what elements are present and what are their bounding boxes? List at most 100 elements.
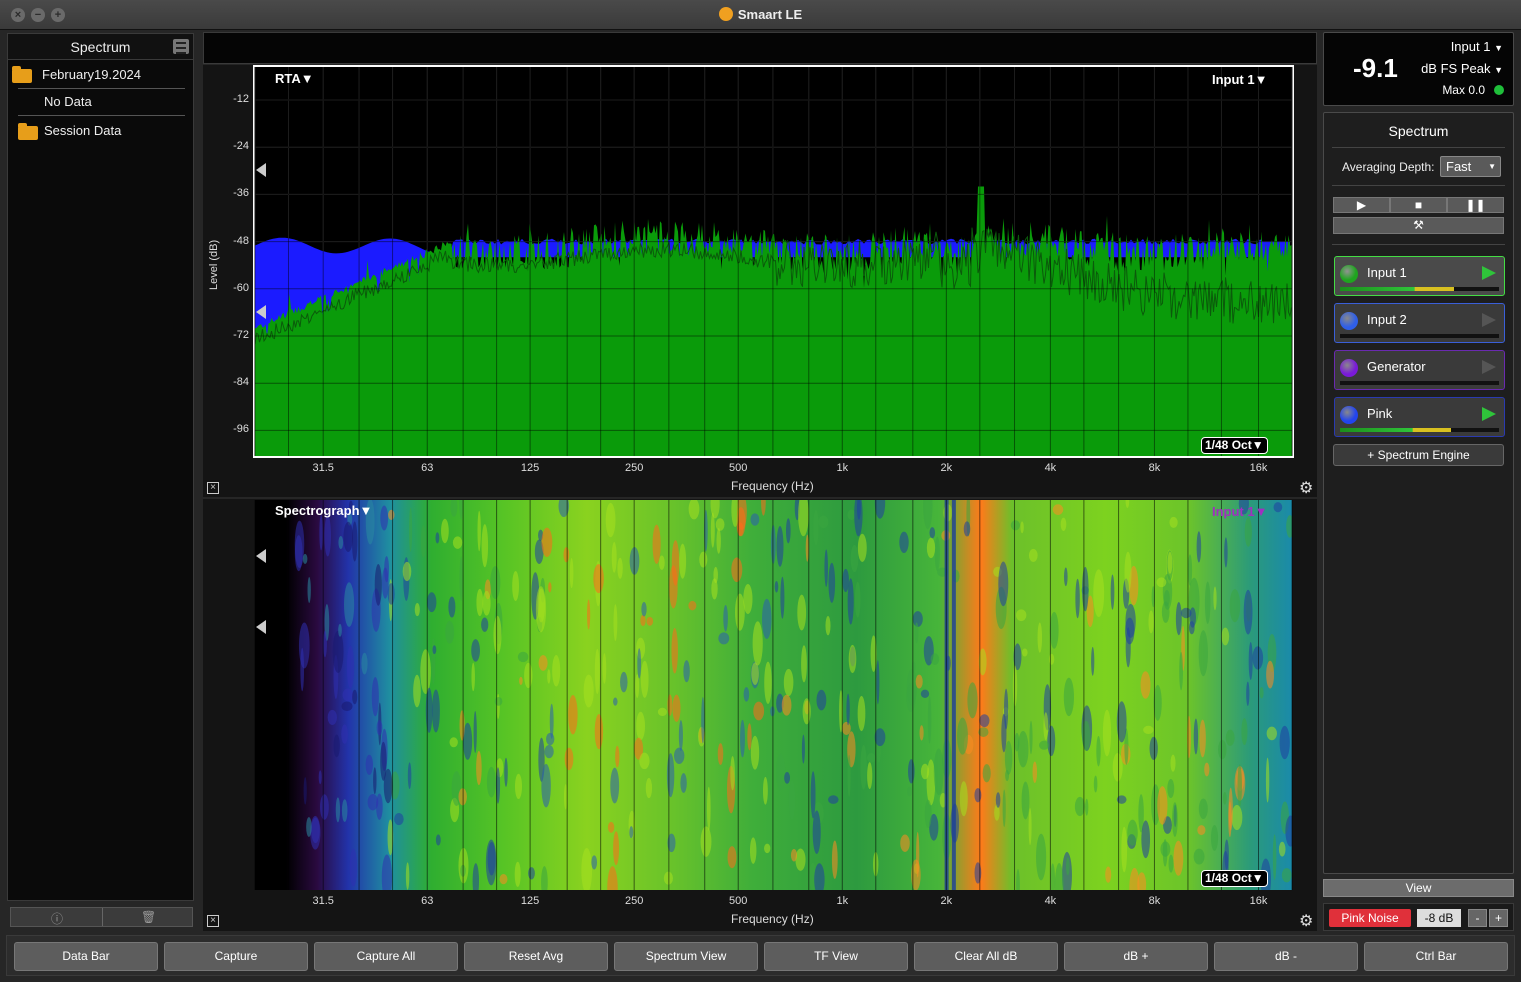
x-tick-label: 2k [940, 895, 953, 907]
reset-avg-button[interactable]: Reset Avg [464, 942, 608, 971]
hamburger-menu-icon[interactable] [173, 39, 189, 54]
y-tick-label: -60 [233, 281, 249, 294]
x-tick-label: 500 [729, 895, 748, 907]
pause-button[interactable]: ❚❚ [1447, 197, 1504, 213]
data-bar-title: Spectrum [70, 39, 131, 55]
rta-plot[interactable]: RTA▼ Input 1▼ 1/48 Oct▼ -12 -24 -36 -48 -60 -… [203, 65, 1317, 497]
x-tick-label: 4k [1044, 895, 1057, 907]
tools-icon: ⚒ [1413, 218, 1424, 232]
rta-resolution-selector[interactable]: 1/48 Oct▼ [1201, 437, 1268, 454]
control-bar: Spectrum Averaging Depth: Fast ▼ ▶ ■ ❚❚ ⚒… [1323, 112, 1514, 874]
y-tick-label: -84 [233, 376, 249, 389]
spectrograph-mode-selector[interactable]: Spectrograph▼ [275, 503, 372, 518]
source-generator[interactable]: Generator [1334, 350, 1505, 390]
rta-source-selector[interactable]: Input 1▼ [1212, 72, 1267, 87]
source-play-icon[interactable] [1482, 313, 1496, 327]
db-button[interactable]: dB - [1214, 942, 1358, 971]
pink-noise-button[interactable]: Pink Noise [1329, 909, 1411, 927]
app-logo-icon [718, 7, 733, 21]
play-button[interactable]: ▶ [1333, 197, 1390, 213]
x-tick-label: 8k [1148, 895, 1161, 907]
x-tick-label: 31.5 [312, 895, 334, 907]
source-color-icon[interactable] [1340, 312, 1358, 330]
control-bar-title: Spectrum [1388, 123, 1449, 139]
source-name: Generator [1367, 359, 1426, 374]
source-input-2[interactable]: Input 2 [1334, 303, 1505, 343]
generator-level-decrease[interactable]: - [1468, 909, 1487, 927]
spectrograph-canvas[interactable] [203, 499, 1317, 931]
trash-icon[interactable]: 🗑 [141, 910, 156, 924]
source-name: Input 1 [1367, 265, 1407, 280]
tree-item-folder[interactable]: February19.2024 [8, 62, 193, 88]
x-tick-label: 250 [624, 462, 644, 474]
spectrum-view-button[interactable]: Spectrum View [614, 942, 758, 971]
rta-plot-canvas[interactable] [203, 65, 1317, 497]
folder-icon [18, 123, 38, 140]
generator-level-field[interactable]: -8 dB [1417, 909, 1461, 927]
tf-view-button[interactable]: TF View [764, 942, 908, 971]
source-color-icon[interactable] [1340, 265, 1358, 283]
gear-icon[interactable]: ⚙ [1299, 478, 1313, 498]
rta-upper-range-handle[interactable] [256, 163, 266, 177]
level-meter[interactable]: Input 1 ▼ -9.1 dB FS Peak ▼ Max 0.0 [1323, 32, 1514, 106]
meter-unit-selector[interactable]: dB FS Peak ▼ [1421, 61, 1503, 76]
tree-item-label: February19.2024 [42, 67, 142, 82]
spectrograph-source-selector[interactable]: Input 1▼ [1212, 504, 1267, 519]
y-tick-label: -72 [233, 329, 249, 341]
data-bar-button[interactable]: Data Bar [14, 942, 158, 971]
source-level-bar [1340, 428, 1499, 432]
info-icon[interactable]: ⓘ [51, 910, 63, 927]
x-tick-label: 63 [421, 462, 434, 474]
x-tick-label: 250 [624, 895, 644, 907]
clear-all-db-button[interactable]: Clear All dB [914, 942, 1058, 971]
x-tick-label: 125 [520, 462, 540, 474]
source-play-icon[interactable] [1482, 266, 1496, 280]
gear-icon[interactable]: ⚙ [1299, 911, 1313, 931]
close-plot-icon[interactable]: × [207, 915, 219, 927]
capture-all-button[interactable]: Capture All [314, 942, 458, 971]
close-plot-icon[interactable]: × [207, 482, 219, 494]
tree-item-label: Session Data [44, 123, 122, 138]
rta-lower-range-handle[interactable] [256, 305, 266, 319]
ctrl-bar-button[interactable]: Ctrl Bar [1364, 942, 1508, 971]
view-button[interactable]: View [1323, 879, 1514, 897]
x-tick-label: 63 [421, 895, 434, 907]
spectrograph-plot[interactable]: Spectrograph▼ Input 1▼ 1/48 Oct▼ 31.5 63 1… [203, 499, 1317, 931]
source-level-bar [1340, 334, 1499, 338]
averaging-depth-select[interactable]: Fast ▼ [1440, 156, 1501, 177]
capture-button[interactable]: Capture [164, 942, 308, 971]
y-tick-label: -36 [233, 187, 249, 200]
source-pink[interactable]: Pink [1334, 397, 1505, 437]
source-play-icon[interactable] [1482, 360, 1496, 374]
max-indicator [1494, 85, 1504, 95]
tools-button[interactable]: ⚒ [1333, 217, 1504, 234]
spectrograph-upper-handle[interactable] [256, 549, 266, 563]
rta-x-axis-label: Frequency (Hz) [731, 479, 814, 493]
averaging-depth-label: Averaging Depth: [1342, 160, 1435, 174]
x-tick-label: 4k [1044, 462, 1057, 474]
source-color-icon[interactable] [1340, 406, 1358, 424]
db-button[interactable]: dB + [1064, 942, 1208, 971]
x-tick-label: 2k [940, 462, 953, 474]
source-color-icon[interactable] [1340, 359, 1358, 377]
stop-button[interactable]: ■ [1390, 197, 1447, 213]
y-tick-label: -48 [233, 234, 249, 247]
meter-max-label: Max 0.0 [1442, 83, 1485, 97]
x-tick-label: 31.5 [312, 462, 334, 474]
tree-item[interactable]: No Data [8, 89, 193, 115]
window-title-text: Smaart LE [737, 7, 803, 22]
data-bar-panel: Spectrum February19.2024 No Data Session… [7, 33, 194, 901]
generator-level-increase[interactable]: + [1489, 909, 1508, 927]
x-tick-label: 1k [836, 895, 849, 907]
spectrograph-resolution-selector[interactable]: 1/48 Oct▼ [1201, 870, 1268, 887]
rta-mode-selector[interactable]: RTA▼ [275, 71, 314, 86]
add-spectrum-engine-button[interactable]: + Spectrum Engine [1333, 444, 1504, 466]
source-input-1[interactable]: Input 1 [1334, 256, 1505, 296]
source-play-icon[interactable] [1482, 407, 1496, 421]
meter-input-selector[interactable]: Input 1 ▼ [1451, 39, 1503, 54]
x-tick-label: 16k [1249, 462, 1268, 474]
data-bar-header: Spectrum [8, 34, 193, 60]
spectrograph-lower-handle[interactable] [256, 620, 266, 634]
tree-item-folder[interactable]: Session Data [8, 118, 193, 144]
generator-controls: Pink Noise -8 dB - + [1323, 903, 1514, 931]
